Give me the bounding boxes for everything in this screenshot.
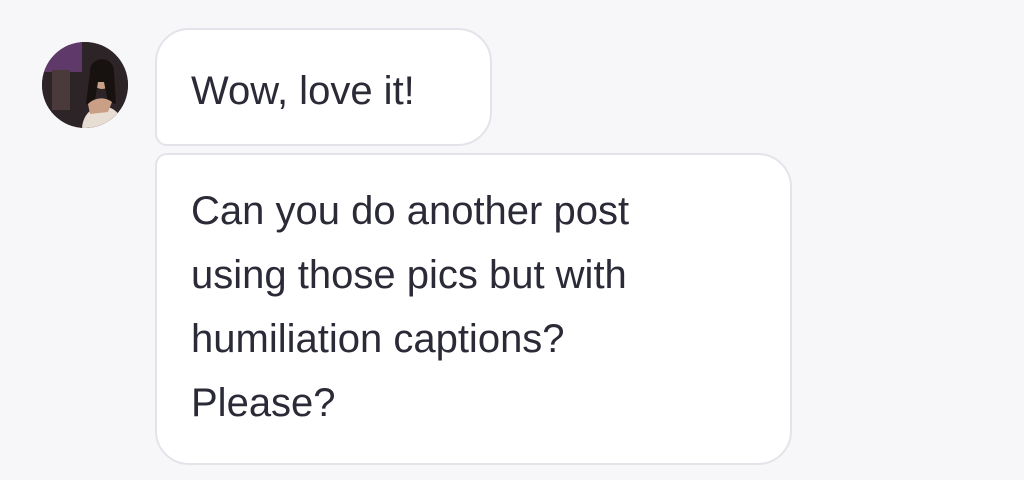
message-text: Wow, love it!: [191, 69, 415, 113]
message-text-line: using those pics but with: [191, 253, 627, 297]
message-text-line: Please?: [191, 381, 336, 425]
message-bubble[interactable]: Wow, love it!: [155, 28, 492, 146]
message-text-line: Can you do another post: [191, 189, 630, 233]
message-bubble[interactable]: Can you do another post using those pics…: [155, 153, 792, 465]
profile-photo-avatar-icon: [42, 42, 128, 128]
message-text-line: humiliation captions?: [191, 317, 565, 361]
sender-avatar[interactable]: [42, 42, 128, 128]
